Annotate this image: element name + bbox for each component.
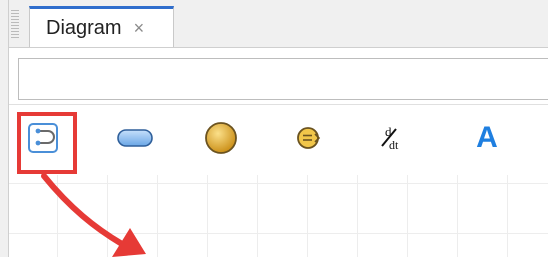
drag-grip-icon[interactable] <box>11 10 19 40</box>
diagram-canvas[interactable] <box>9 175 548 257</box>
close-icon[interactable]: × <box>134 19 145 37</box>
window-edge <box>0 0 9 257</box>
text-tool-button[interactable]: A <box>467 118 507 158</box>
circle-icon <box>203 120 239 156</box>
event-icon <box>293 123 323 153</box>
connector-tool-button[interactable] <box>23 118 63 158</box>
derivative-tool-button[interactable]: d dt <box>374 118 414 158</box>
junction-tool-button[interactable] <box>201 118 241 158</box>
derivative-icon: d dt <box>377 121 411 155</box>
event-tool-button[interactable] <box>288 118 328 158</box>
connector-icon <box>26 121 60 155</box>
tab-label: Diagram <box>46 16 122 39</box>
state-tool-button[interactable] <box>115 118 155 158</box>
diagram-window: Diagram × d dt A <box>0 0 548 257</box>
toolbar: d dt A <box>9 104 548 176</box>
text-icon: A <box>476 121 498 154</box>
path-input[interactable] <box>18 58 548 100</box>
tab-diagram[interactable]: Diagram × <box>29 6 174 47</box>
rounded-rectangle-icon <box>115 126 155 150</box>
svg-text:dt: dt <box>389 138 399 152</box>
